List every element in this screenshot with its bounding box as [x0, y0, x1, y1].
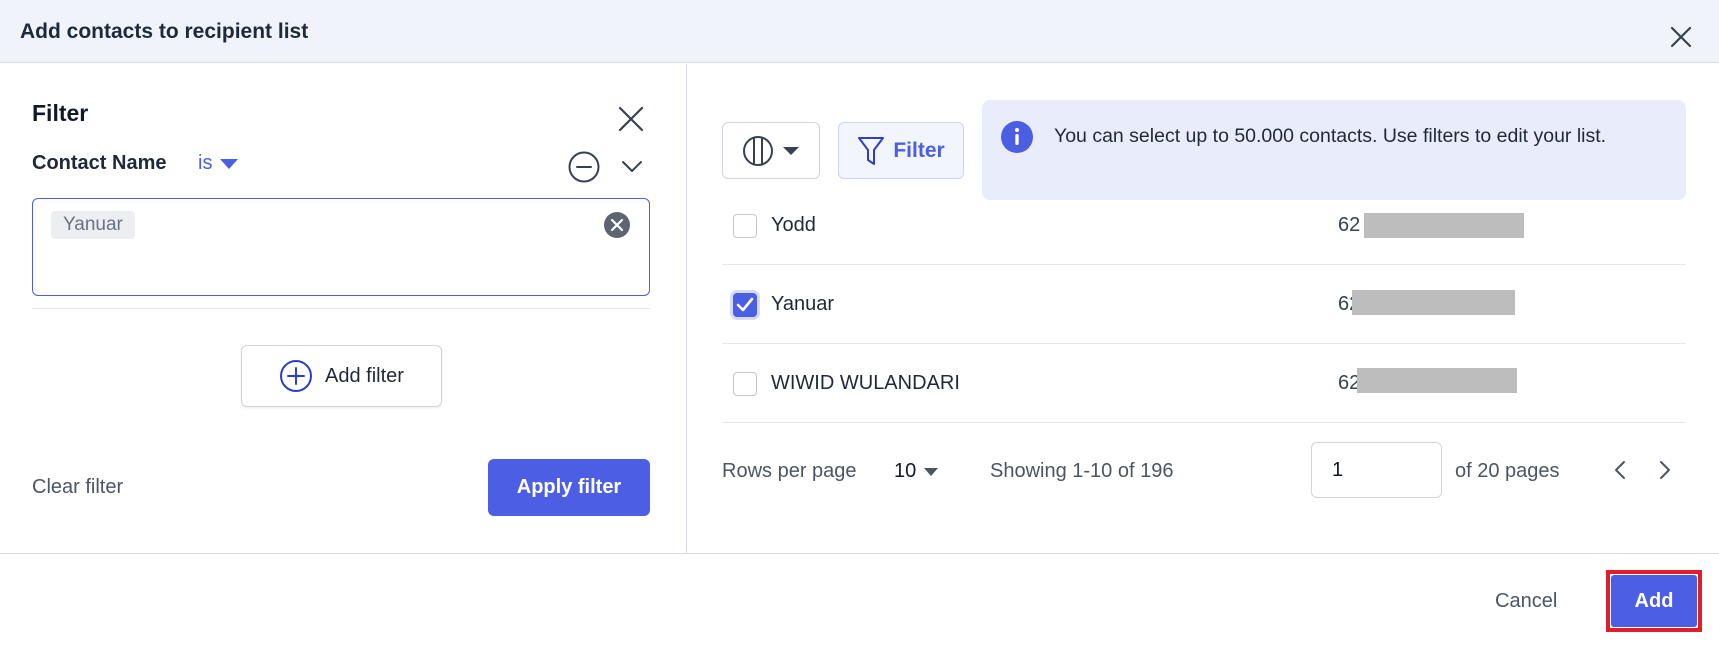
row-divider — [722, 264, 1686, 265]
cancel-button[interactable]: Cancel — [1495, 590, 1557, 613]
row-divider — [722, 343, 1686, 344]
row-checkbox[interactable] — [733, 214, 757, 238]
row-checkbox[interactable] — [733, 293, 757, 317]
filter-panel: Filter Contact Name is Yanuar Add filter… — [0, 64, 687, 554]
apply-filter-button[interactable]: Apply filter — [488, 459, 650, 516]
rows-per-page-value: 10 — [894, 460, 917, 482]
total-pages-text: of 20 pages — [1455, 460, 1560, 482]
page-number-input[interactable] — [1311, 442, 1442, 498]
pagination-bar: Rows per page 10 Showing 1-10 of 196 of … — [722, 442, 1686, 502]
redacted-phone-mask — [1352, 290, 1515, 315]
add-filter-label: Add filter — [325, 364, 404, 387]
filter-field-label: Contact Name — [32, 152, 167, 174]
filter-operator-value: is — [198, 152, 213, 174]
filter-value-input[interactable]: Yanuar — [32, 198, 650, 296]
plus-circle-icon — [280, 360, 313, 392]
caret-down-icon — [220, 158, 239, 169]
chevron-down-icon[interactable] — [620, 154, 644, 178]
dialog-title: Add contacts to recipient list — [20, 20, 309, 43]
showing-range-text: Showing 1-10 of 196 — [990, 460, 1174, 482]
filter-button[interactable]: Filter — [838, 122, 964, 179]
value-tag: Yanuar — [51, 211, 135, 239]
contact-phone: 62 — [1338, 214, 1361, 236]
contact-name: WIWID WULANDARI — [771, 372, 960, 394]
filter-panel-title: Filter — [32, 100, 89, 126]
add-filter-button[interactable]: Add filter — [241, 345, 442, 407]
redacted-phone-mask — [1357, 368, 1517, 393]
contact-name: Yanuar — [771, 293, 835, 315]
row-checkbox[interactable] — [733, 372, 757, 396]
info-banner: You can select up to 50.000 contacts. Us… — [982, 100, 1686, 200]
columns-icon — [743, 135, 773, 166]
chevron-right-icon[interactable] — [1652, 458, 1676, 482]
dialog-header: Add contacts to recipient list — [0, 0, 1719, 63]
columns-toggle-button[interactable] — [722, 122, 820, 179]
rows-per-page-label: Rows per page — [722, 460, 857, 482]
close-filter-icon[interactable] — [616, 104, 646, 134]
row-divider — [722, 422, 1686, 423]
funnel-icon — [858, 136, 885, 165]
clear-filter-link[interactable]: Clear filter — [32, 476, 123, 499]
clear-circle-icon[interactable] — [603, 211, 631, 239]
filter-operator-select[interactable]: is — [198, 152, 239, 175]
chevron-left-icon[interactable] — [1609, 458, 1633, 482]
info-message: You can select up to 50.000 contacts. Us… — [1054, 125, 1607, 147]
contact-name: Yodd — [771, 214, 816, 236]
info-icon — [1001, 121, 1033, 153]
footer-divider — [0, 553, 1719, 554]
filter-button-label: Filter — [893, 138, 945, 162]
check-icon — [736, 297, 754, 312]
minus-circle-icon[interactable] — [567, 150, 601, 184]
caret-down-icon — [783, 146, 799, 155]
divider — [32, 308, 650, 309]
rows-per-page-select[interactable]: 10 — [894, 460, 939, 483]
close-icon[interactable] — [1668, 24, 1694, 50]
redacted-phone-mask — [1364, 213, 1524, 238]
caret-down-icon — [924, 467, 939, 476]
add-button[interactable]: Add — [1611, 575, 1697, 627]
